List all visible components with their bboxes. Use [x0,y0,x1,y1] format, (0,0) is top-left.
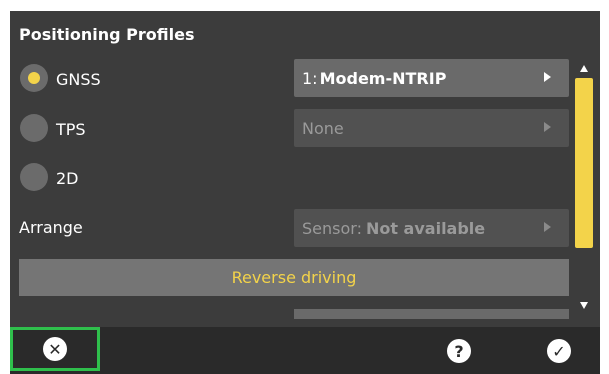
tps-radio[interactable] [20,114,48,142]
reverse-driving-button[interactable]: Reverse driving [19,259,569,296]
chevron-right-icon [544,222,551,232]
twod-radio[interactable] [20,163,48,191]
arrange-sensor-prefix: Sensor: [302,218,362,238]
arrange-sensor-select[interactable]: Sensor: Not available [294,209,569,247]
confirm-button[interactable]: ✓ [546,338,572,364]
close-button[interactable]: ✕ [10,327,100,371]
scrollbar-thumb[interactable] [575,78,593,248]
arrange-label: Arrange [19,218,83,237]
tps-profile-select[interactable]: None [294,109,569,147]
gnss-profile-prefix: 1: [302,68,318,88]
close-icon: ✕ [43,337,67,361]
arrange-sensor-value: Not available [365,218,486,238]
chevron-right-icon [544,122,551,132]
chevron-right-icon [544,72,551,82]
help-icon: ? [447,339,471,363]
gnss-profile-value: Modem-NTRIP [319,68,447,88]
help-button[interactable]: ? [446,338,472,364]
gnss-profile-select[interactable]: 1: Modem-NTRIP [294,59,569,97]
scroll-up-arrow-icon[interactable] [580,65,588,72]
section-title: Positioning Profiles [19,25,195,44]
scroll-down-arrow-icon[interactable] [580,302,588,309]
checkmark-icon: ✓ [547,339,571,363]
twod-label: 2D [56,169,79,188]
gnss-label: GNSS [56,70,101,89]
tps-label: TPS [56,120,86,139]
gnss-radio[interactable] [20,64,48,92]
partial-next-control[interactable] [294,309,569,319]
tps-profile-value: None [302,118,344,138]
